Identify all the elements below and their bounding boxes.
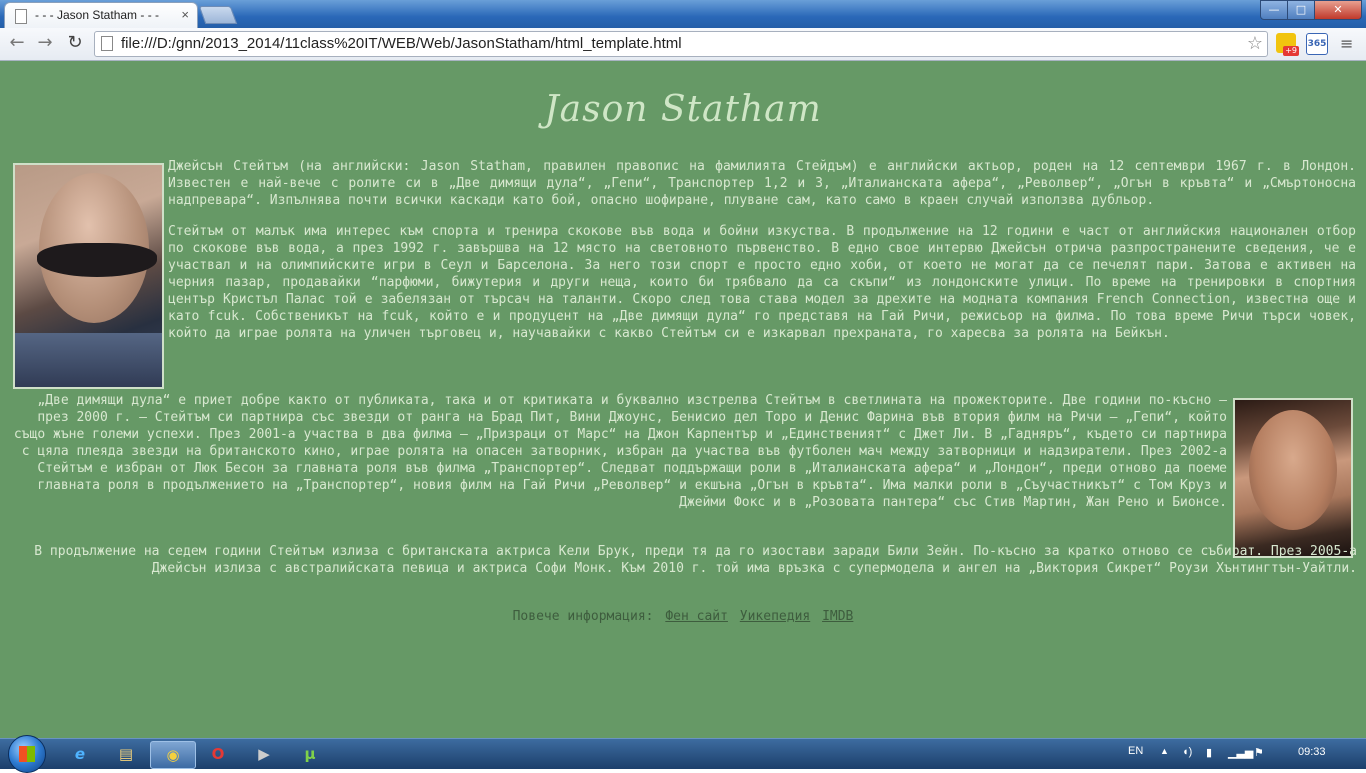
tab-close-icon[interactable]: × bbox=[181, 7, 189, 22]
page-icon bbox=[15, 9, 27, 24]
action-center-flag-icon[interactable]: ⚑ bbox=[1254, 746, 1264, 759]
bio-paragraph-4: В продължение на седем години Стейтъм из… bbox=[34, 544, 1357, 576]
ie-icon[interactable]: e bbox=[58, 741, 102, 767]
power-icon[interactable]: ▮ bbox=[1206, 746, 1212, 759]
browser-toolbar: ← → ↻ file:///D:/gnn/2013_2014/11class%2… bbox=[0, 28, 1366, 61]
network-icon[interactable]: ▁▃▅ bbox=[1228, 746, 1253, 759]
menu-icon[interactable]: ≡ bbox=[1340, 34, 1353, 53]
forward-icon[interactable]: → bbox=[34, 32, 56, 54]
windows-taskbar: e ▤ ◉ O ▶ µ EN ▲ ◖) ▮ ▁▃▅ ⚑ 09:33 bbox=[0, 735, 1366, 773]
wikipedia-link[interactable]: Уикепедия bbox=[740, 609, 810, 624]
tab-title: - - - Jason Statham - - - bbox=[35, 8, 160, 22]
volume-icon[interactable]: ◖) bbox=[1182, 746, 1192, 758]
photo-head-shape bbox=[1249, 410, 1337, 530]
office365-extension-icon[interactable]: 365 bbox=[1306, 33, 1328, 55]
extension-badge: +9 bbox=[1283, 46, 1299, 56]
statham-photo-smiling bbox=[1233, 398, 1353, 558]
language-indicator[interactable]: EN bbox=[1128, 745, 1143, 757]
imdb-link[interactable]: IMDB bbox=[822, 609, 853, 624]
more-info: Повече информация: Фен сайт Уикепедия IM… bbox=[0, 609, 1366, 624]
photo-sunglasses-shape bbox=[37, 243, 157, 277]
browser-tab[interactable]: - - - Jason Statham - - - × bbox=[4, 2, 198, 29]
windows-logo-icon bbox=[19, 746, 35, 762]
tray-up-icon[interactable]: ▲ bbox=[1160, 746, 1169, 756]
bio-paragraph-3: „Две димящи дула“ е приет добре както от… bbox=[13, 393, 1227, 510]
bio-top-block: Джейсън Стейтъм (на английски: Jason Sta… bbox=[168, 158, 1356, 356]
fan-site-link[interactable]: Фен сайт bbox=[665, 609, 728, 624]
media-player-icon[interactable]: ▶ bbox=[242, 741, 286, 767]
reload-icon[interactable]: ↻ bbox=[64, 32, 86, 54]
bio-paragraph-1: Джейсън Стейтъм (на английски: Jason Sta… bbox=[168, 159, 1356, 208]
url-text[interactable]: file:///D:/gnn/2013_2014/11class%20IT/WE… bbox=[121, 35, 682, 52]
statham-photo-sunglasses bbox=[13, 163, 164, 389]
close-window-button[interactable]: ✕ bbox=[1314, 0, 1362, 20]
new-tab-button[interactable] bbox=[198, 6, 238, 24]
utorrent-icon[interactable]: µ bbox=[288, 741, 332, 767]
bio-paragraph-2: Стейтъм от малък има интерес към спорта … bbox=[168, 224, 1356, 341]
back-icon[interactable]: ← bbox=[6, 32, 28, 54]
address-bar[interactable]: file:///D:/gnn/2013_2014/11class%20IT/WE… bbox=[94, 31, 1268, 57]
opera-icon[interactable]: O bbox=[196, 741, 240, 767]
start-button[interactable] bbox=[8, 735, 46, 773]
chrome-icon[interactable]: ◉ bbox=[150, 741, 196, 769]
more-info-label: Повече информация: bbox=[512, 609, 654, 624]
clock[interactable]: 09:33 bbox=[1298, 746, 1326, 758]
file-icon bbox=[101, 36, 113, 51]
page-content: Jason Statham Джейсън Стейтъм (на англий… bbox=[0, 61, 1366, 738]
minimize-button[interactable]: — bbox=[1260, 0, 1288, 20]
maximize-button[interactable]: □ bbox=[1287, 0, 1315, 20]
weather-extension-icon[interactable]: +9 bbox=[1276, 33, 1299, 56]
window-titlebar: - - - Jason Statham - - - × — □ ✕ bbox=[0, 0, 1366, 29]
explorer-folder-icon[interactable]: ▤ bbox=[104, 741, 148, 767]
bookmark-star-icon[interactable]: ☆ bbox=[1247, 33, 1263, 54]
page-title: Jason Statham bbox=[544, 89, 822, 130]
photo-suit-shape bbox=[15, 333, 162, 387]
